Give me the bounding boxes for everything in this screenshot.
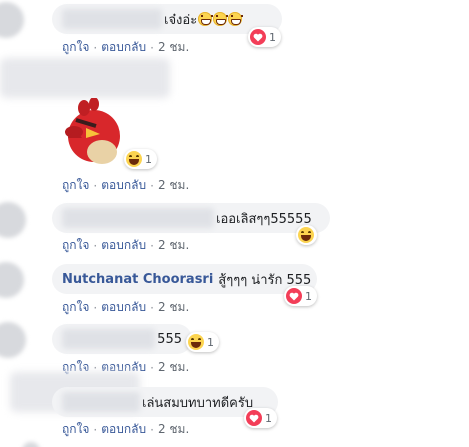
- reaction-summary[interactable]: 1: [124, 149, 157, 169]
- grinning-face-icon: [228, 12, 244, 26]
- blurred-author-name: [62, 9, 162, 29]
- comment-bubble: เออเลิสๆๆ55555: [52, 203, 330, 233]
- comment-bubble: Nutchanat Choorasri สู้ๆๆๆ น่ารัก 555: [52, 264, 317, 294]
- timestamp[interactable]: 2 ชม.: [158, 38, 189, 57]
- blurred-author-name: [62, 392, 140, 412]
- avatar[interactable]: [0, 2, 24, 38]
- reaction-summary[interactable]: 1: [186, 332, 219, 352]
- avatar[interactable]: [22, 442, 40, 447]
- grinning-face-icon: [198, 12, 214, 26]
- comment-item: เจ๋งอ่ะ 1 ถูกใจ · ตอบกลับ · 2 ชม.: [0, 0, 469, 58]
- reaction-summary[interactable]: [296, 225, 317, 245]
- timestamp[interactable]: 2 ชม.: [158, 420, 189, 439]
- comment-text: เออเลิสๆๆ55555: [216, 211, 312, 227]
- comment-item: 555 1 ถูกใจ · ตอบกลับ · 2 ชม.: [0, 320, 469, 375]
- comment-author-link[interactable]: Nutchanat Choorasri: [62, 272, 213, 287]
- reaction-summary[interactable]: 1: [244, 408, 277, 428]
- comment-text: เล่นสมบทบาทดีครับ: [142, 395, 254, 411]
- blurred-author-name: [0, 58, 170, 98]
- like-link[interactable]: ถูกใจ: [62, 298, 89, 317]
- haha-reaction-icon: [298, 227, 314, 243]
- avatar[interactable]: [0, 262, 24, 298]
- timestamp[interactable]: 2 ชม.: [158, 176, 189, 195]
- grinning-face-icon: [213, 12, 229, 26]
- red-bird-sticker-icon[interactable]: [60, 97, 130, 166]
- love-reaction-icon: [246, 410, 262, 426]
- blurred-author-name: [62, 208, 214, 228]
- timestamp[interactable]: 2 ชม.: [158, 298, 189, 317]
- like-link[interactable]: ถูกใจ: [62, 38, 89, 57]
- reply-link[interactable]: ตอบกลับ: [101, 420, 146, 439]
- comment-actions: ถูกใจ · ตอบกลับ · 2 ชม.: [62, 38, 189, 57]
- separator: ·: [93, 40, 98, 55]
- reaction-count: 1: [145, 152, 152, 166]
- comment-actions: ถูกใจ · ตอบกลับ · 2 ชม.: [62, 298, 189, 317]
- separator: ·: [150, 178, 154, 193]
- separator: ·: [93, 300, 98, 315]
- timestamp[interactable]: 2 ชม.: [158, 236, 189, 255]
- comment-bubble: 555: [52, 324, 192, 354]
- like-link[interactable]: ถูกใจ: [62, 176, 89, 195]
- avatar[interactable]: [0, 202, 26, 238]
- comment-actions: ถูกใจ · ตอบกลับ · 2 ชม.: [62, 176, 189, 195]
- like-link[interactable]: ถูกใจ: [62, 236, 89, 255]
- separator: ·: [93, 178, 98, 193]
- reply-link[interactable]: ตอบกลับ: [101, 298, 146, 317]
- reaction-count: 1: [207, 335, 214, 349]
- love-reaction-icon: [286, 288, 302, 304]
- reply-link[interactable]: ตอบกลับ: [101, 38, 146, 57]
- like-link[interactable]: ถูกใจ: [62, 420, 89, 439]
- comment-item: Nutchanat Choorasri สู้ๆๆๆ น่ารัก 555 1 …: [0, 260, 469, 320]
- reaction-count: 1: [305, 289, 312, 303]
- separator: ·: [93, 422, 98, 437]
- separator: ·: [150, 40, 154, 55]
- separator: ·: [150, 422, 154, 437]
- comment-item: เล่นสมบทบาทดีครับ 1 ถูกใจ · ตอบกลับ · 2 …: [0, 372, 469, 447]
- comment-thread: เจ๋งอ่ะ 1 ถูกใจ · ตอบกลับ · 2 ชม. 1 ถูกใ…: [0, 0, 469, 447]
- reaction-count: 1: [265, 411, 272, 425]
- love-reaction-icon: [250, 29, 266, 45]
- separator: ·: [93, 238, 98, 253]
- separator: ·: [150, 300, 154, 315]
- haha-reaction-icon: [188, 334, 204, 350]
- haha-reaction-icon: [126, 151, 142, 167]
- reaction-count: 1: [269, 30, 276, 44]
- separator: ·: [150, 238, 154, 253]
- comment-actions: ถูกใจ · ตอบกลับ · 2 ชม.: [62, 236, 189, 255]
- reaction-summary[interactable]: 1: [284, 286, 317, 306]
- comment-text: 555: [157, 331, 182, 347]
- comment-actions: ถูกใจ · ตอบกลับ · 2 ชม.: [62, 420, 189, 439]
- reply-link[interactable]: ตอบกลับ: [101, 236, 146, 255]
- avatar[interactable]: [0, 322, 26, 358]
- comment-text: เจ๋งอ่ะ: [164, 12, 198, 28]
- comment-item: 1 ถูกใจ · ตอบกลับ · 2 ชม.: [0, 58, 469, 193]
- blurred-author-name: [62, 329, 156, 349]
- comment-bubble: เจ๋งอ่ะ: [52, 4, 282, 34]
- reaction-summary[interactable]: 1: [248, 27, 281, 47]
- comment-item: เออเลิสๆๆ55555 ถูกใจ · ตอบกลับ · 2 ชม.: [0, 200, 469, 255]
- reply-link[interactable]: ตอบกลับ: [101, 176, 146, 195]
